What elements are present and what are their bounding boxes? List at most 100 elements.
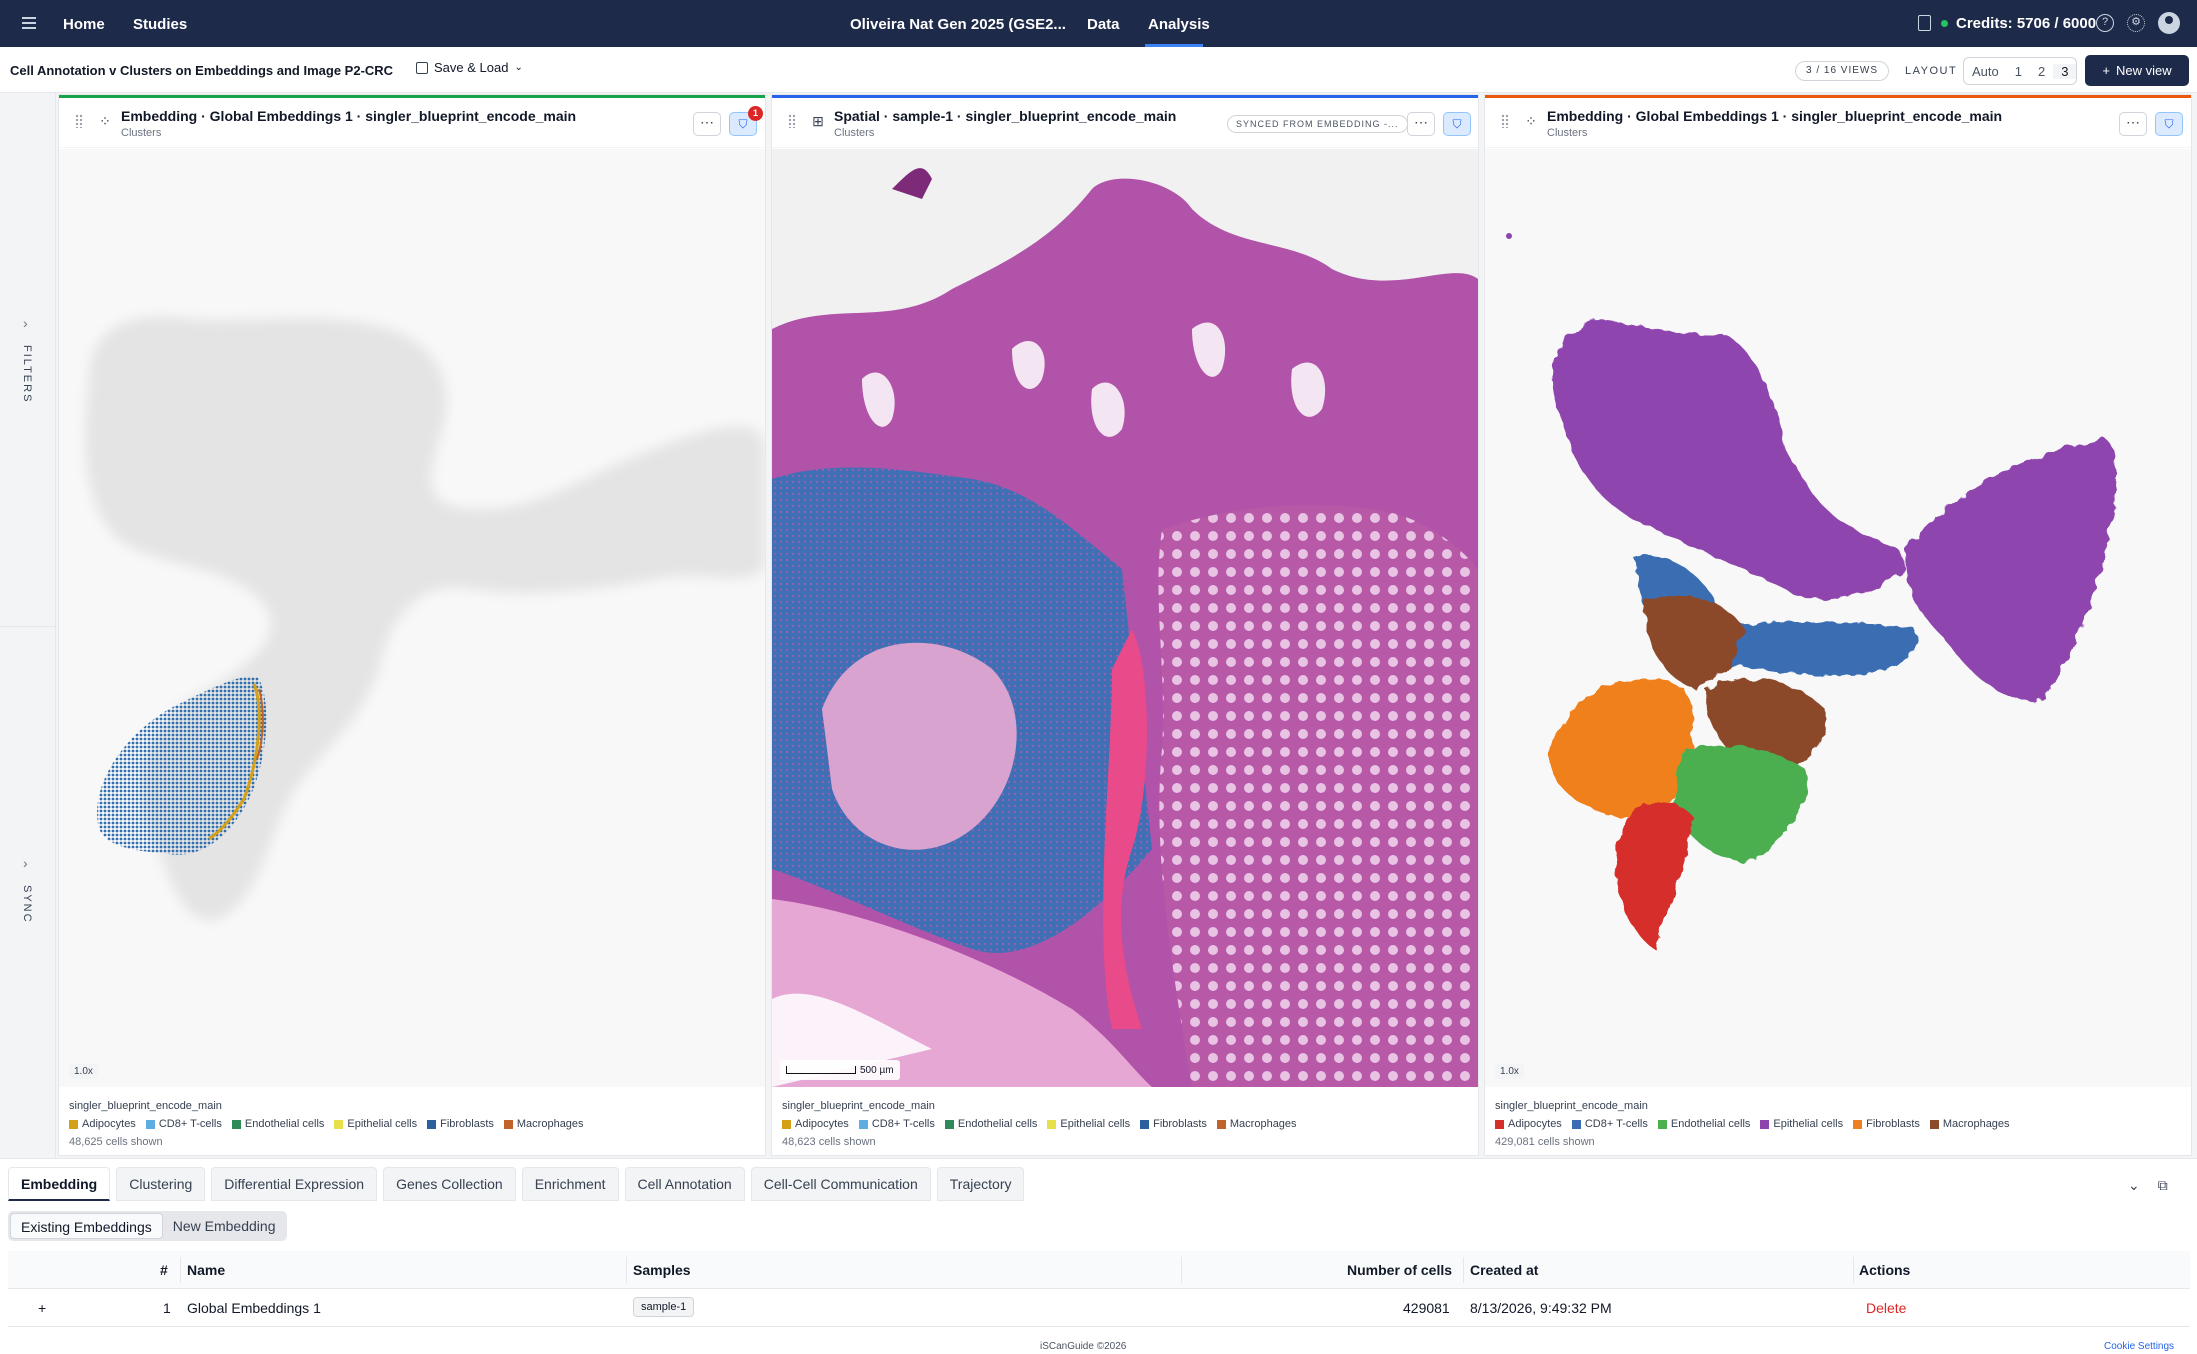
filters-expand-chevron-icon[interactable]: › [23, 315, 28, 331]
filter-icon: ⛉ [2164, 117, 2174, 131]
analysis-tabs: Embedding Clustering Differential Expres… [8, 1167, 1025, 1201]
analysis-bottom-panel: Embedding Clustering Differential Expres… [0, 1158, 2197, 1354]
collapse-chevron-icon[interactable]: ⌄ [2128, 1177, 2140, 1194]
sample-chip: sample-1 [633, 1297, 695, 1317]
save-load-label: Save & Load [434, 60, 509, 75]
nav-analysis[interactable]: Analysis [1148, 16, 1210, 33]
user-avatar-icon[interactable] [2158, 12, 2180, 34]
more-options-button[interactable]: ⋯ [693, 112, 721, 136]
legend-label: CD8+ T-cells [158, 1118, 222, 1130]
swatch-icon [1140, 1119, 1150, 1129]
sync-expand-chevron-icon[interactable]: › [23, 855, 28, 871]
legend-item-epithelial[interactable]: Epithelial cells [334, 1118, 417, 1130]
legend-item-endothelial[interactable]: Endothelial cells [231, 1118, 325, 1130]
legend-item-macrophages[interactable]: Macrophages [1216, 1118, 1297, 1130]
zoom-level: 1.0x [1495, 1064, 1524, 1079]
legend-item-endothelial[interactable]: Endothelial cells [944, 1118, 1038, 1130]
subtab-existing-embeddings[interactable]: Existing Embeddings [10, 1213, 163, 1239]
filter-button[interactable]: ⛉ 1 [729, 106, 763, 136]
sync-toggle[interactable]: SYNC [21, 885, 33, 924]
filter-button[interactable]: ⛉ [1443, 112, 1471, 136]
synced-badge[interactable]: SYNCED FROM EMBEDDING -... [1227, 115, 1408, 133]
legend-item-fibroblasts[interactable]: Fibroblasts [1140, 1118, 1207, 1130]
gear-icon[interactable]: ⚙ [2127, 14, 2145, 32]
legend-label: Epithelial cells [347, 1118, 418, 1130]
drag-handle-icon[interactable] [75, 114, 83, 128]
subtab-new-embedding[interactable]: New Embedding [163, 1213, 286, 1239]
document-icon[interactable] [1918, 15, 1931, 31]
layout-option-2[interactable]: 2 [2030, 64, 2053, 79]
column-separator [180, 1257, 181, 1283]
tab-differential-expression[interactable]: Differential Expression [211, 1167, 378, 1201]
header-samples[interactable]: Samples [633, 1262, 691, 1278]
legend-item-adipocytes[interactable]: Adipocytes [1495, 1118, 1562, 1130]
table-row[interactable]: + 1 Global Embeddings 1 sample-1 429081 … [8, 1289, 2190, 1327]
legend-item-epithelial[interactable]: Epithelial cells [1047, 1118, 1130, 1130]
study-title[interactable]: Oliveira Nat Gen 2025 (GSE2... [850, 16, 1066, 33]
spatial-tissue-image[interactable] [772, 149, 1478, 1087]
header-created-at[interactable]: Created at [1470, 1262, 1538, 1278]
hamburger-menu-icon[interactable] [22, 14, 42, 34]
cookie-settings-link[interactable]: Cookie Settings [2104, 1341, 2174, 1352]
nav-studies[interactable]: Studies [133, 16, 187, 33]
legend-label: Endothelial cells [957, 1118, 1038, 1130]
delete-button[interactable]: Delete [1866, 1300, 1906, 1316]
layout-option-3[interactable]: 3 [2053, 63, 2077, 79]
cluster-legend: singler_blueprint_encode_main Adipocytes… [69, 1100, 584, 1148]
nav-data[interactable]: Data [1087, 16, 1120, 33]
more-options-button[interactable]: ⋯ [1407, 112, 1435, 136]
tab-cell-cell-communication[interactable]: Cell-Cell Communication [750, 1167, 931, 1201]
legend-item-macrophages[interactable]: Macrophages [503, 1118, 584, 1130]
header-number-of-cells[interactable]: Number of cells [1347, 1262, 1452, 1278]
tab-clustering[interactable]: Clustering [116, 1167, 206, 1201]
legend-item-endothelial[interactable]: Endothelial cells [1657, 1118, 1750, 1130]
legend-label: Endothelial cells [244, 1118, 325, 1130]
legend-item-cd8-tcells[interactable]: CD8+ T-cells [1571, 1118, 1648, 1130]
layout-option-1[interactable]: 1 [2007, 64, 2030, 79]
panel-actions: ⌄ ⧉ [2128, 1177, 2168, 1194]
pop-out-icon[interactable]: ⧉ [2158, 1177, 2168, 1194]
header-name[interactable]: Name [187, 1262, 225, 1278]
swatch-icon [1853, 1119, 1863, 1129]
spatial-grid-icon: ⊞ [812, 113, 824, 129]
swatch-icon [1929, 1119, 1939, 1129]
legend-item-adipocytes[interactable]: Adipocytes [69, 1118, 136, 1130]
save-load-button[interactable]: Save & Load ⌄ [416, 60, 523, 75]
legend-item-epithelial[interactable]: Epithelial cells [1760, 1118, 1843, 1130]
credits-display: Credits: 5706 / 6000 [1941, 15, 2096, 32]
legend-item-fibroblasts[interactable]: Fibroblasts [427, 1118, 494, 1130]
panel-subtitle: Clusters [834, 127, 875, 139]
legend-item-cd8-tcells[interactable]: CD8+ T-cells [858, 1118, 935, 1130]
expand-row-icon[interactable]: + [38, 1300, 46, 1316]
row-name: Global Embeddings 1 [187, 1300, 321, 1316]
layout-option-auto[interactable]: Auto [1964, 64, 2007, 79]
help-icon[interactable]: ? [2096, 14, 2114, 32]
tab-trajectory[interactable]: Trajectory [936, 1167, 1025, 1201]
swatch-icon [1571, 1119, 1581, 1129]
panel-header: ⁘ Embedding · Global Embeddings 1 · sing… [1485, 98, 2191, 148]
tab-genes-collection[interactable]: Genes Collection [383, 1167, 516, 1201]
drag-handle-icon[interactable] [1501, 114, 1509, 128]
embedding-plot-full[interactable] [1485, 149, 2191, 1087]
legend-item-adipocytes[interactable]: Adipocytes [782, 1118, 849, 1130]
filters-toggle[interactable]: FILTERS [21, 345, 33, 403]
swatch-icon [145, 1119, 155, 1129]
embedding-plot-filtered[interactable] [59, 149, 765, 1087]
new-view-button[interactable]: + New view [2085, 55, 2189, 86]
swatch-icon [1047, 1119, 1057, 1129]
nav-home[interactable]: Home [63, 16, 105, 33]
legend-title: singler_blueprint_encode_main [1495, 1100, 1648, 1112]
filter-button[interactable]: ⛉ [2155, 112, 2183, 136]
drag-handle-icon[interactable] [788, 114, 796, 128]
legend-item-cd8-tcells[interactable]: CD8+ T-cells [145, 1118, 222, 1130]
legend-label: CD8+ T-cells [1584, 1118, 1648, 1130]
tab-cell-annotation[interactable]: Cell Annotation [624, 1167, 745, 1201]
tab-enrichment[interactable]: Enrichment [521, 1167, 619, 1201]
legend-item-macrophages[interactable]: Macrophages [1929, 1118, 2010, 1130]
tab-embedding[interactable]: Embedding [8, 1167, 111, 1201]
row-index: 1 [163, 1300, 171, 1316]
legend-item-fibroblasts[interactable]: Fibroblasts [1853, 1118, 1920, 1130]
column-separator [1181, 1257, 1182, 1283]
more-options-button[interactable]: ⋯ [2119, 112, 2147, 136]
filter-icon: ⛉ [738, 117, 748, 131]
